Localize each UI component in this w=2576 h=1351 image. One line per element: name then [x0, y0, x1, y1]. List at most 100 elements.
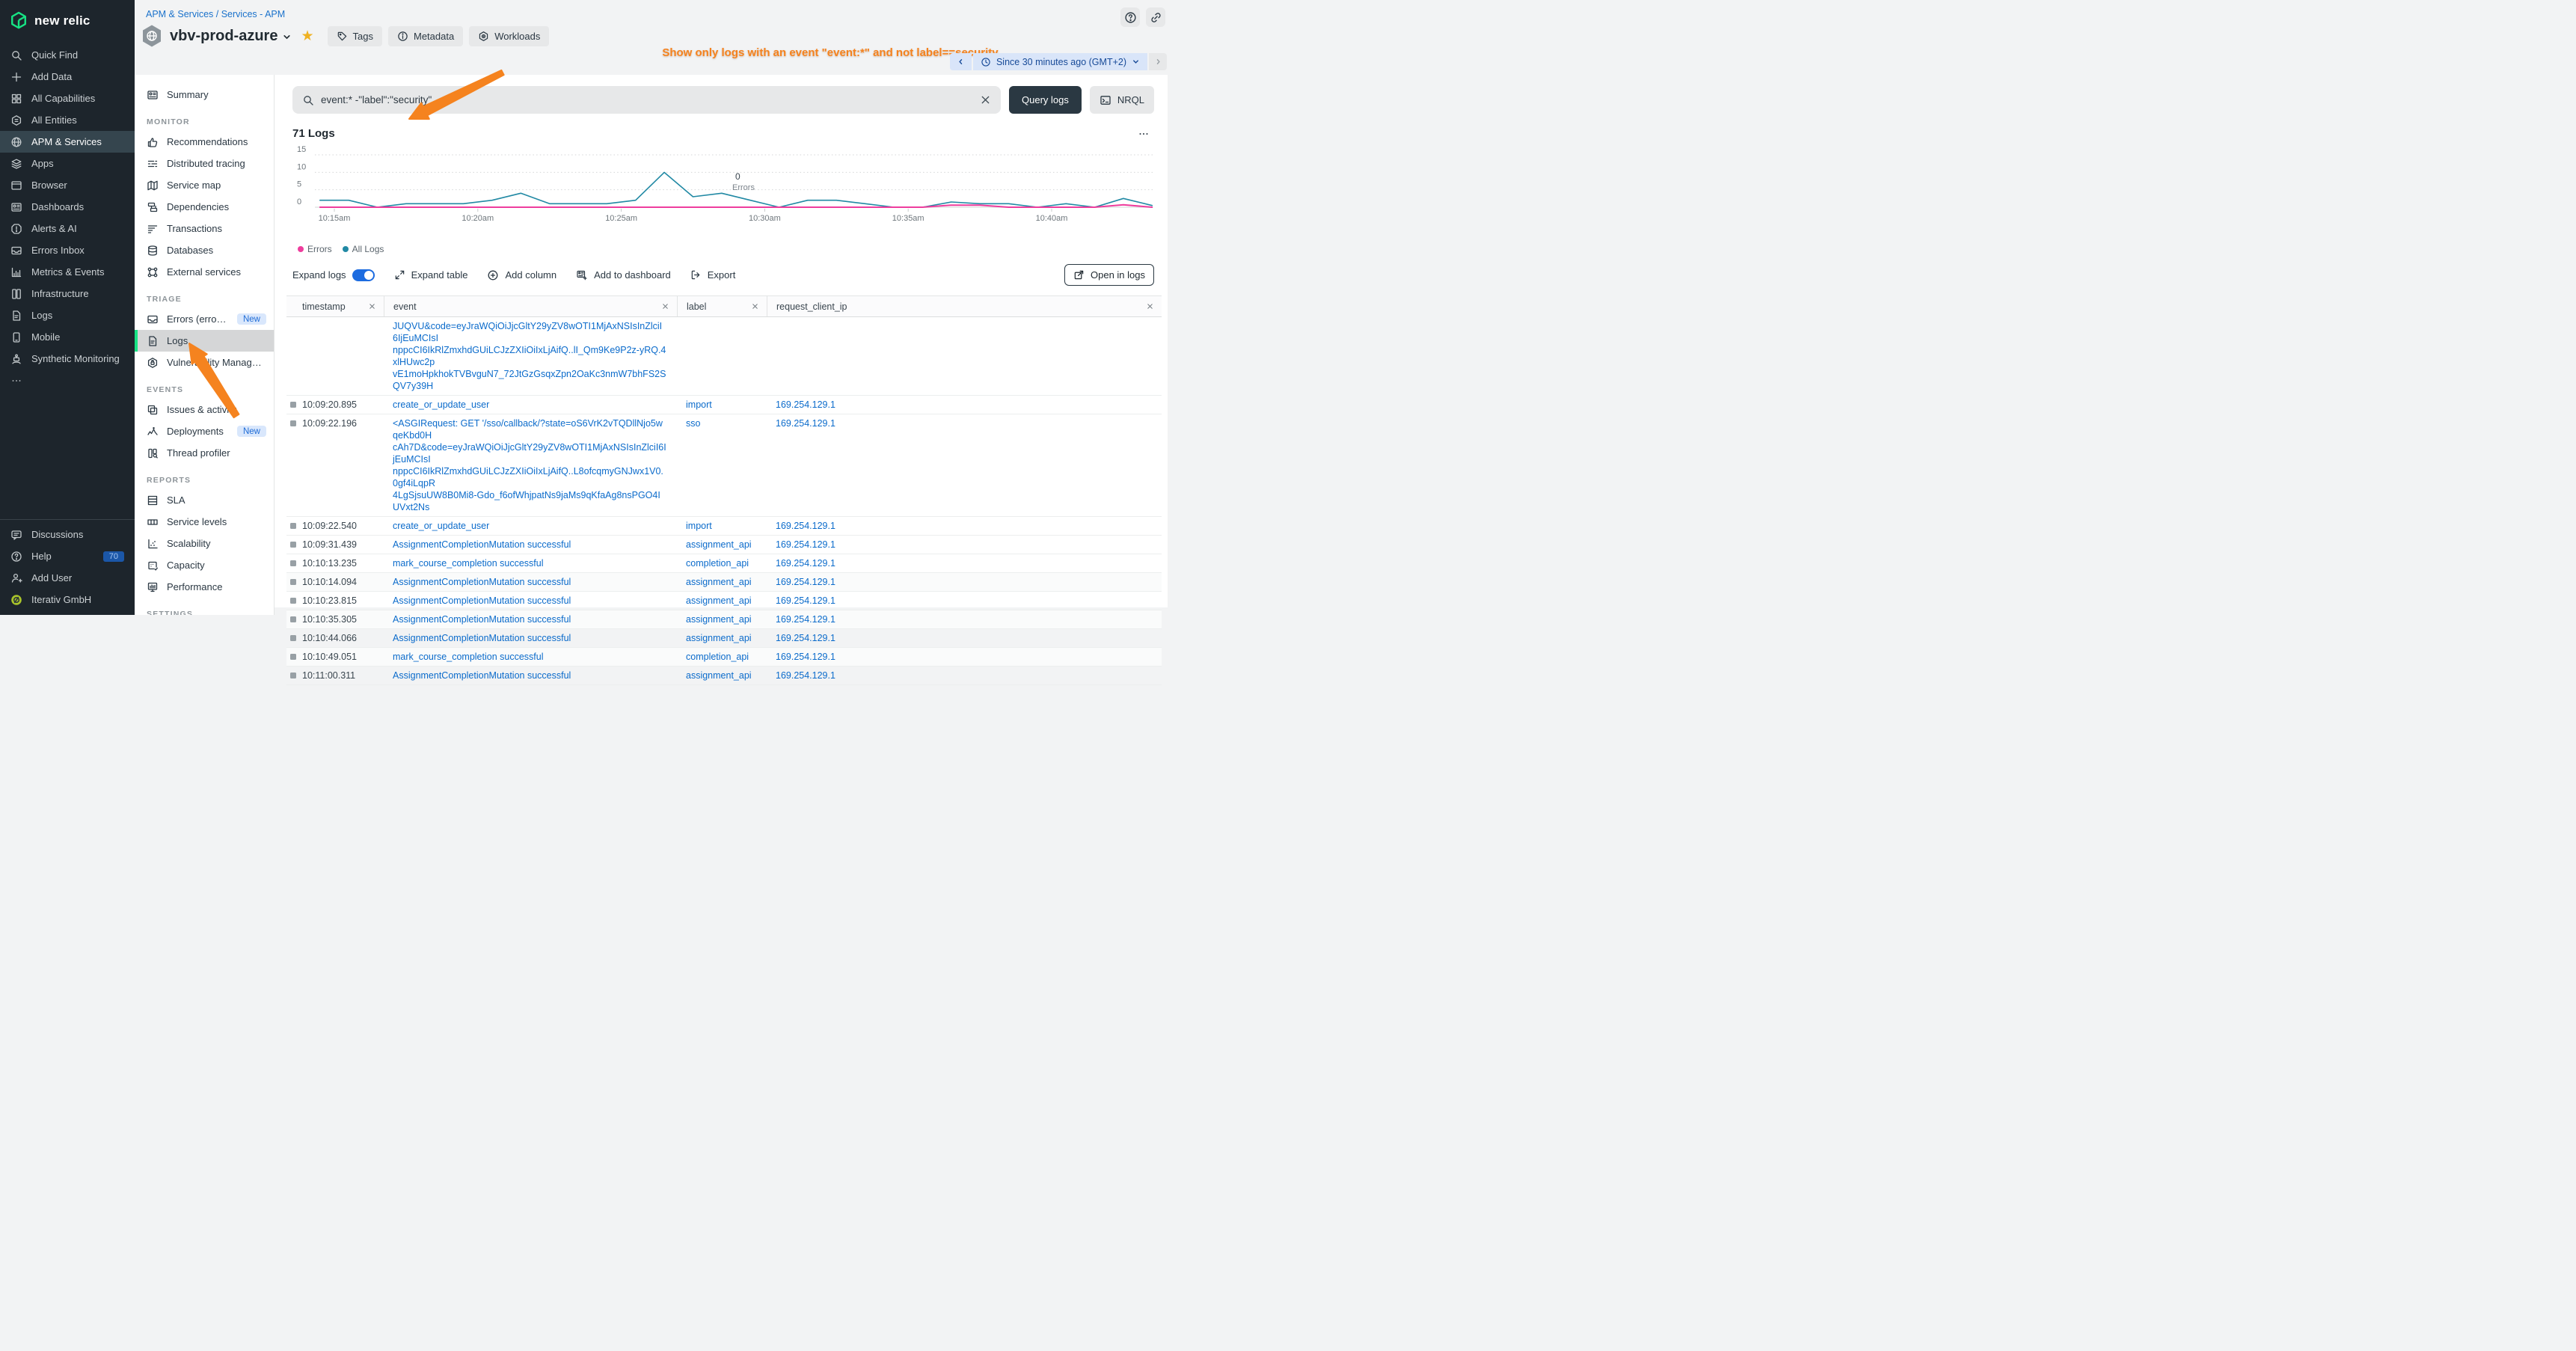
- table-row[interactable]: 10:09:31.439AssignmentCompletionMutation…: [286, 536, 1162, 554]
- sidebar-item-infrastructure[interactable]: Infrastructure: [0, 283, 135, 304]
- nav-item-dependencies[interactable]: Dependencies: [135, 196, 274, 218]
- label-link[interactable]: assignment_api: [686, 595, 756, 607]
- event-link[interactable]: <ASGIRequest: GET '/sso/callback/?state=…: [393, 417, 666, 441]
- sidebar-item-discussions[interactable]: Discussions: [0, 524, 135, 545]
- breadcrumb[interactable]: APM & Services / Services - APM: [146, 9, 285, 19]
- table-row[interactable]: 10:10:13.235mark_course_completion succe…: [286, 554, 1162, 573]
- label-link[interactable]: completion_api: [686, 557, 756, 569]
- nav-item-scalability[interactable]: Scalability: [135, 533, 274, 554]
- event-link[interactable]: mark_course_completion successful: [393, 651, 666, 663]
- sidebar-item-dashboards[interactable]: Dashboards: [0, 196, 135, 218]
- event-link[interactable]: create_or_update_user: [393, 520, 666, 532]
- time-range-button[interactable]: Since 30 minutes ago (GMT+2): [973, 53, 1147, 70]
- sidebar-item-quick-find[interactable]: Quick Find: [0, 44, 135, 66]
- metadata-button[interactable]: Metadata: [388, 26, 463, 46]
- nav-item-errors-errors-inb[interactable]: Errors (errors inb...New: [135, 308, 274, 330]
- label-link[interactable]: assignment_api: [686, 539, 756, 551]
- table-row[interactable]: 10:10:44.066AssignmentCompletionMutation…: [286, 629, 1162, 648]
- sidebar-item-all-entities[interactable]: All Entities: [0, 109, 135, 131]
- sidebar-item-errors-inbox[interactable]: Errors Inbox: [0, 239, 135, 261]
- sidebar-item-apm-services[interactable]: APM & Services: [0, 131, 135, 153]
- nav-item-recommendations[interactable]: Recommendations: [135, 131, 274, 153]
- label-link[interactable]: import: [686, 399, 756, 411]
- sidebar-item-alerts-ai[interactable]: Alerts & AI: [0, 218, 135, 239]
- sidebar-item-metrics-events[interactable]: Metrics & Events: [0, 261, 135, 283]
- label-link[interactable]: assignment_api: [686, 632, 756, 644]
- nav-item-service-map[interactable]: Service map: [135, 174, 274, 196]
- ip-link[interactable]: 169.254.129.1: [776, 595, 1151, 607]
- label-link[interactable]: sso: [686, 417, 756, 429]
- label-link[interactable]: assignment_api: [686, 670, 756, 681]
- event-link[interactable]: JUQVU&code=eyJraWQiOiJjcGltY29yZV8wOTI1M…: [393, 320, 666, 344]
- ip-link[interactable]: 169.254.129.1: [776, 632, 1151, 644]
- search-input[interactable]: [321, 94, 973, 105]
- ip-link[interactable]: 169.254.129.1: [776, 557, 1151, 569]
- label-link[interactable]: assignment_api: [686, 576, 756, 588]
- expand-logs-toggle[interactable]: Expand logs: [292, 269, 375, 281]
- sidebar-item-browser[interactable]: Browser: [0, 174, 135, 196]
- sidebar-item-mobile[interactable]: Mobile: [0, 326, 135, 348]
- event-link[interactable]: vE1moHpkhokTVBvguN7_72JtGzGsqxZpn2OaKc3n…: [393, 368, 666, 392]
- ip-link[interactable]: 169.254.129.1: [776, 417, 1151, 429]
- label-link[interactable]: completion_api: [686, 651, 756, 663]
- add-column-button[interactable]: Add column: [487, 269, 556, 281]
- table-row[interactable]: 10:10:23.815AssignmentCompletionMutation…: [286, 592, 1162, 610]
- ip-link[interactable]: 169.254.129.1: [776, 539, 1151, 551]
- nav-item-logs[interactable]: Logs: [135, 330, 274, 352]
- nav-item-databases[interactable]: Databases: [135, 239, 274, 261]
- clear-search-icon[interactable]: [980, 94, 991, 105]
- nav-item-transactions[interactable]: Transactions: [135, 218, 274, 239]
- legend-item-all-logs[interactable]: All Logs: [343, 244, 384, 254]
- time-back-button[interactable]: [950, 53, 972, 70]
- nav-item-summary[interactable]: Summary: [135, 84, 274, 105]
- app-logo[interactable]: new relic: [0, 0, 135, 44]
- table-row[interactable]: 10:09:22.540create_or_update_userimport1…: [286, 517, 1162, 536]
- nav-item-deployments[interactable]: DeploymentsNew: [135, 420, 274, 442]
- ip-link[interactable]: 169.254.129.1: [776, 520, 1151, 532]
- help-button[interactable]: [1120, 7, 1140, 27]
- time-forward-button[interactable]: [1149, 53, 1167, 70]
- event-link[interactable]: AssignmentCompletionMutation successful: [393, 539, 666, 551]
- table-row[interactable]: 10:10:49.051mark_course_completion succe…: [286, 648, 1162, 667]
- event-link[interactable]: AssignmentCompletionMutation successful: [393, 613, 666, 625]
- nrql-button[interactable]: NRQL: [1090, 86, 1154, 114]
- table-row-partial[interactable]: JUQVU&code=eyJraWQiOiJjcGltY29yZV8wOTI1M…: [286, 317, 1162, 396]
- nav-item-distributed-tracing[interactable]: Distributed tracing: [135, 153, 274, 174]
- label-link[interactable]: import: [686, 520, 756, 532]
- event-link[interactable]: AssignmentCompletionMutation successful: [393, 576, 666, 588]
- toggle-on-icon[interactable]: [352, 269, 375, 281]
- event-link[interactable]: nppcCI6IkRlZmxhdGUiLCJzZXIiOiIxLjAifQ..l…: [393, 344, 666, 368]
- legend-item-errors[interactable]: Errors: [298, 244, 332, 254]
- sidebar-item-logs[interactable]: Logs: [0, 304, 135, 326]
- nav-item-thread-profiler[interactable]: Thread profiler: [135, 442, 274, 464]
- workloads-button[interactable]: Workloads: [469, 26, 549, 46]
- table-row[interactable]: 10:10:35.305AssignmentCompletionMutation…: [286, 610, 1162, 629]
- sidebar-item-add-data[interactable]: Add Data: [0, 66, 135, 88]
- remove-column-icon[interactable]: [751, 302, 759, 310]
- table-row[interactable]: 10:11:00.311AssignmentCompletionMutation…: [286, 667, 1162, 685]
- ip-link[interactable]: 169.254.129.1: [776, 613, 1151, 625]
- nav-item-service-levels[interactable]: Service levels: [135, 511, 274, 533]
- tags-button[interactable]: Tags: [328, 26, 382, 46]
- add-to-dashboard-button[interactable]: Add to dashboard: [576, 269, 671, 281]
- sidebar-item-more[interactable]: [0, 370, 135, 391]
- nav-item-issues-activity[interactable]: Issues & activity: [135, 399, 274, 420]
- sidebar-item-help[interactable]: Help70: [0, 545, 135, 567]
- event-link[interactable]: mark_course_completion successful: [393, 557, 666, 569]
- more-options-icon[interactable]: [1138, 128, 1154, 140]
- event-link[interactable]: AssignmentCompletionMutation successful: [393, 632, 666, 644]
- nav-item-capacity[interactable]: Capacity: [135, 554, 274, 576]
- nav-item-performance[interactable]: Performance: [135, 576, 274, 598]
- title-chevron-down-icon[interactable]: [282, 30, 292, 42]
- ip-link[interactable]: 169.254.129.1: [776, 576, 1151, 588]
- event-link[interactable]: AssignmentCompletionMutation successful: [393, 670, 666, 681]
- event-link[interactable]: AssignmentCompletionMutation successful: [393, 595, 666, 607]
- sidebar-item-all-capabilities[interactable]: All Capabilities: [0, 88, 135, 109]
- nav-item-external-services[interactable]: External services: [135, 261, 274, 283]
- ip-link[interactable]: 169.254.129.1: [776, 651, 1151, 663]
- table-row[interactable]: 10:09:20.895create_or_update_userimport1…: [286, 396, 1162, 414]
- table-row[interactable]: 10:09:22.196<ASGIRequest: GET '/sso/call…: [286, 414, 1162, 517]
- nav-item-sla[interactable]: SLA: [135, 489, 274, 511]
- remove-column-icon[interactable]: [661, 302, 669, 310]
- remove-column-icon[interactable]: [368, 302, 376, 310]
